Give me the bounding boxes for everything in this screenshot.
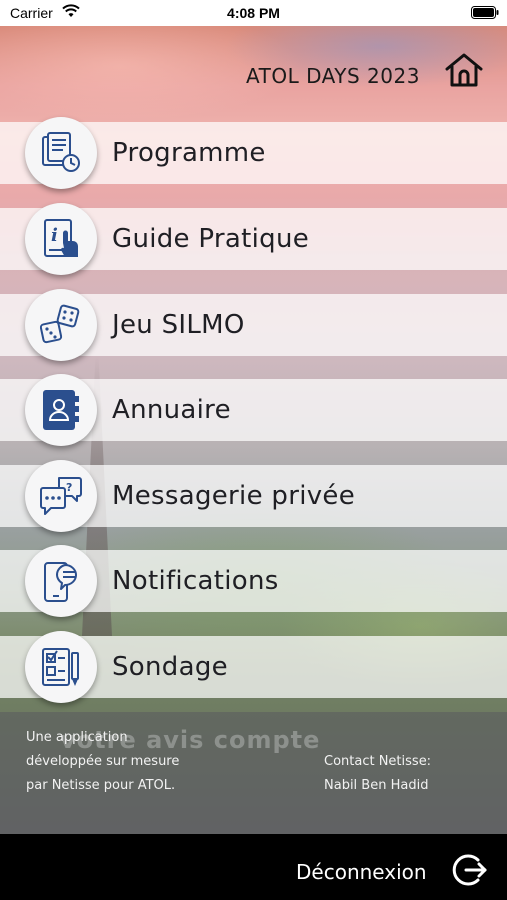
footer-credit-line: développée sur mesure: [26, 754, 180, 769]
menu-icon-circle[interactable]: [25, 631, 97, 703]
guide-info-icon: i: [44, 219, 78, 257]
menu-label-jeu-silmo: Jeu SILMO: [112, 310, 245, 340]
program-document-icon: [42, 132, 80, 172]
menu-icon-circle[interactable]: [25, 545, 97, 617]
dice-icon: [39, 304, 80, 344]
menu-icon-circle[interactable]: [25, 117, 97, 189]
menu-label-notifications: Notifications: [112, 566, 279, 596]
menu-label-guide-pratique: Guide Pratique: [112, 224, 310, 254]
footer-credit-line: par Netisse pour ATOL.: [26, 778, 176, 793]
bottom-bar: Déconnexion: [0, 834, 507, 900]
menu-icon-circle[interactable]: [25, 374, 97, 446]
footer-contact-name[interactable]: Nabil Ben Hadid: [324, 774, 431, 798]
menu-label-messagerie: Messagerie privée: [112, 481, 356, 511]
home-icon: [445, 53, 483, 87]
menu-icon-circle[interactable]: i: [25, 203, 97, 275]
menu-label-annuaire: Annuaire: [112, 395, 231, 425]
logout-icon: [452, 854, 487, 886]
logout-label[interactable]: Déconnexion: [296, 860, 427, 884]
footer-credit-line: Une application: [26, 730, 128, 745]
home-button[interactable]: [444, 52, 484, 88]
footer-panel: votre avis compte Une application dévelo…: [0, 712, 507, 834]
status-bar: Carrier 4:08 PM: [0, 0, 507, 26]
footer-contact-line: Contact Netisse:: [324, 754, 432, 769]
svg-text:?: ?: [66, 481, 72, 494]
menu-icon-circle[interactable]: ?: [25, 460, 97, 532]
menu-label-programme: Programme: [112, 138, 266, 168]
footer-contact: Contact Netisse: Nabil Ben Hadid: [324, 750, 431, 798]
logout-button[interactable]: [452, 852, 488, 892]
battery-icon: [471, 6, 499, 23]
svg-text:i: i: [51, 225, 58, 246]
footer-credits: Une application développée sur mesure pa…: [26, 726, 179, 798]
menu-icon-circle[interactable]: [25, 289, 97, 361]
phone-notification-icon: [44, 562, 77, 602]
address-book-icon: [43, 390, 79, 430]
survey-icon: [42, 648, 79, 686]
clock: 4:08 PM: [227, 5, 280, 21]
event-title: ATOL DAYS 2023: [246, 64, 420, 88]
menu-label-sondage: Sondage: [112, 652, 228, 682]
chat-bubbles-icon: ?: [40, 477, 82, 515]
app-screen: ATOL DAYS 2023 Programme i Guide Pratiqu…: [0, 26, 507, 834]
